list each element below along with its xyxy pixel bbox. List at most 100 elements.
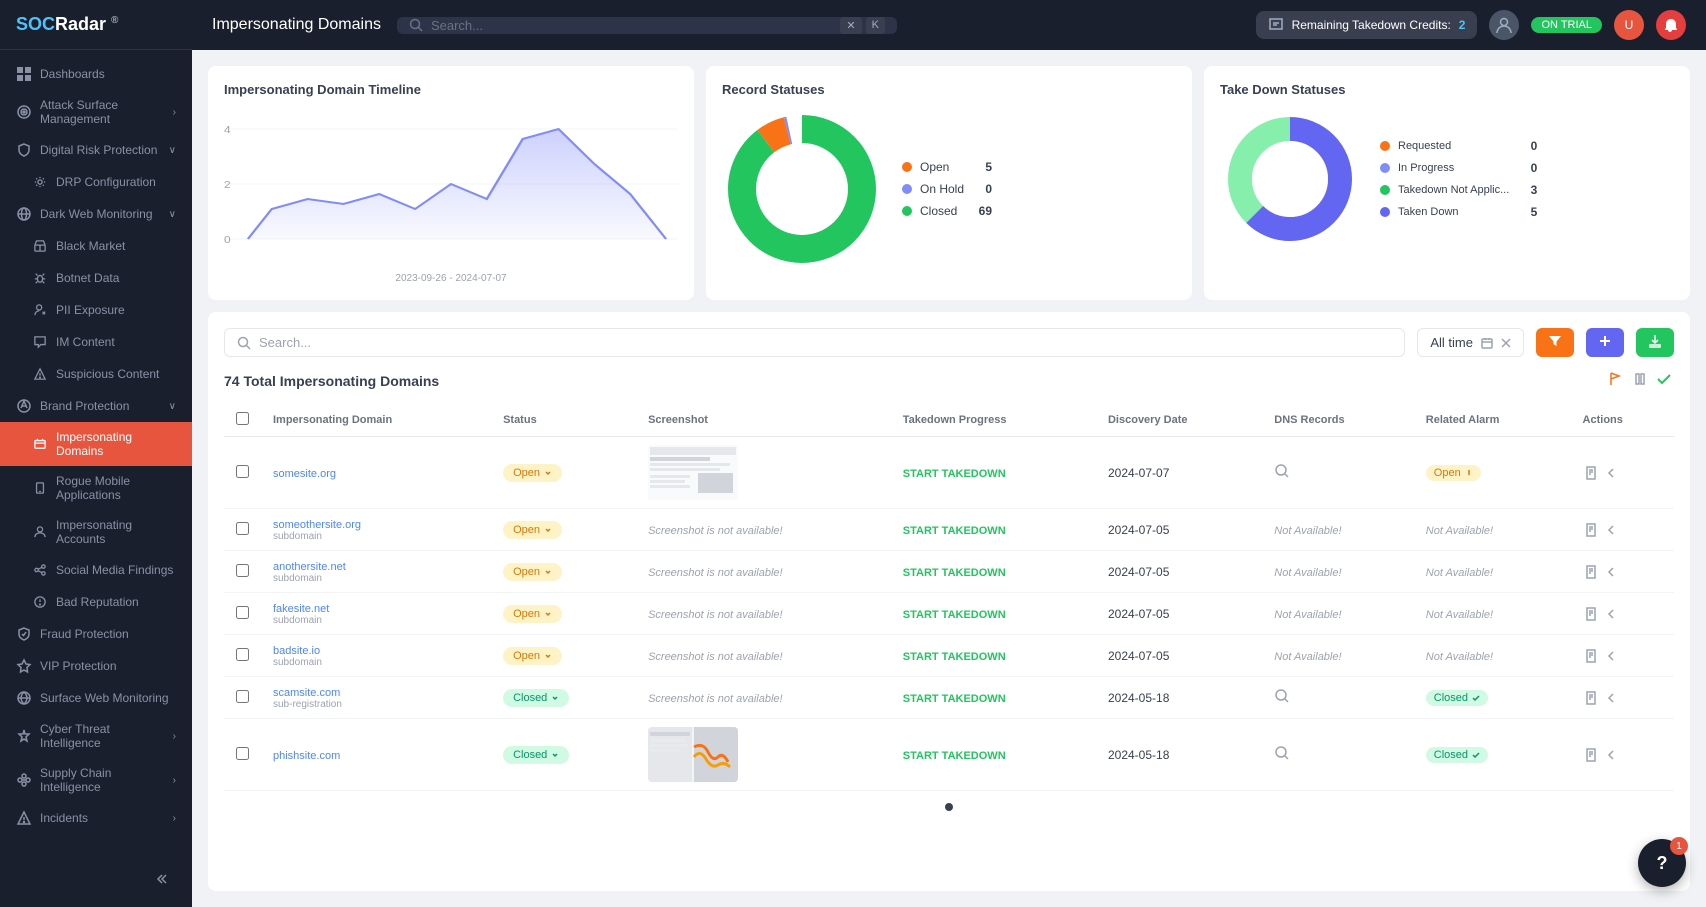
sidebar-item-pii-exposure[interactable]: PII Exposure [0,294,192,326]
row-checkbox[interactable] [236,465,249,478]
related-alarm-badge[interactable]: Open [1426,465,1481,481]
row-checkbox[interactable] [236,606,249,619]
alarm-not-available: Not Available! [1426,609,1493,621]
main-content: Impersonating Domains ✕ K Remaining Take… [192,0,1706,907]
table-search-input[interactable] [259,335,1392,350]
reputation-icon [32,594,48,610]
filter-icon [1548,334,1562,348]
sidebar-item-surface-web[interactable]: Surface Web Monitoring [0,682,192,714]
domain-link[interactable]: scamsite.com [273,687,340,699]
sidebar-item-incidents[interactable]: Incidents › [0,802,192,834]
view-btn-pause[interactable] [1630,369,1650,392]
report-icon[interactable] [1583,690,1599,706]
expand-icon[interactable] [1607,606,1623,622]
report-icon[interactable] [1583,747,1599,763]
dns-search-icon[interactable] [1274,463,1290,479]
takedown-link[interactable]: START TAKEDOWN [903,693,1006,705]
sidebar-item-rogue-mobile[interactable]: Rogue Mobile Applications [0,466,192,510]
table-row: someothersite.org subdomain Open Sc [224,509,1674,551]
add-button[interactable] [1586,328,1624,357]
dns-search-icon[interactable] [1274,745,1290,761]
takedown-link[interactable]: START TAKEDOWN [903,567,1006,579]
status-chevron-icon [544,652,552,660]
expand-icon[interactable] [1607,747,1623,763]
sidebar-item-dashboards[interactable]: Dashboards [0,58,192,90]
collapse-button[interactable] [16,867,176,891]
sidebar-item-botnet-data[interactable]: Botnet Data [0,262,192,294]
sidebar-item-social-media[interactable]: Social Media Findings [0,554,192,586]
expand-icon[interactable] [1607,522,1623,538]
takedown-link[interactable]: START TAKEDOWN [903,750,1006,762]
takedown-link[interactable]: START TAKEDOWN [903,651,1006,663]
user-x-icon [32,302,48,318]
related-alarm-badge[interactable]: Closed [1426,747,1488,763]
sidebar-item-im-content[interactable]: IM Content [0,326,192,358]
expand-icon[interactable] [1607,564,1623,580]
sidebar-item-cyber-threat[interactable]: Cyber Threat Intelligence › [0,714,192,758]
select-all-checkbox[interactable] [236,412,249,425]
takedown-link[interactable]: START TAKEDOWN [903,525,1006,537]
sidebar-item-drp-config[interactable]: DRP Configuration [0,166,192,198]
sidebar-item-bad-reputation[interactable]: Bad Reputation [0,586,192,618]
expand-icon[interactable] [1607,465,1623,481]
row-checkbox[interactable] [236,522,249,535]
search-close-button[interactable]: K [866,17,885,34]
takedown-link[interactable]: START TAKEDOWN [903,609,1006,621]
sidebar-item-dark-web[interactable]: Dark Web Monitoring ∨ [0,198,192,230]
row-checkbox[interactable] [236,648,249,661]
download-button[interactable] [1636,328,1674,357]
expand-icon[interactable] [1607,648,1623,664]
table-search-bar[interactable] [224,328,1405,357]
status-badge[interactable]: Open [503,464,562,482]
dns-not-available: Not Available! [1274,525,1341,537]
top-search-input[interactable] [431,18,832,33]
status-badge[interactable]: Open [503,605,562,623]
sidebar-item-black-market[interactable]: Black Market [0,230,192,262]
notification-avatar[interactable] [1656,10,1686,40]
chevron-icon: ∨ [169,145,176,156]
legend-dot-taken-down [1380,207,1390,217]
report-icon[interactable] [1583,522,1599,538]
row-checkbox[interactable] [236,690,249,703]
sidebar-item-label: Supply Chain Intelligence [40,766,165,794]
sidebar-item-supply-chain[interactable]: Supply Chain Intelligence › [0,758,192,802]
search-clear-button[interactable]: ✕ [840,17,861,34]
row-checkbox[interactable] [236,747,249,760]
view-btn-flag[interactable] [1606,369,1626,392]
status-badge[interactable]: Closed [503,746,569,764]
row-checkbox[interactable] [236,564,249,577]
domain-link[interactable]: badsite.io [273,645,320,657]
clear-date-icon [1501,338,1511,348]
status-badge[interactable]: Open [503,563,562,581]
chat-bubble[interactable]: ? 1 [1638,839,1686,887]
filter-orange-button[interactable] [1536,328,1574,357]
sidebar-item-attack-surface[interactable]: Attack Surface Management › [0,90,192,134]
domain-link[interactable]: fakesite.net [273,603,329,615]
sidebar-item-vip-protection[interactable]: VIP Protection [0,650,192,682]
view-btn-check[interactable] [1654,369,1674,392]
sidebar-item-fraud-protection[interactable]: Fraud Protection [0,618,192,650]
sidebar-item-impersonating-accounts[interactable]: Impersonating Accounts [0,510,192,554]
report-icon[interactable] [1583,606,1599,622]
date-filter[interactable]: All time [1417,328,1524,357]
sidebar-item-suspicious-content[interactable]: Suspicious Content [0,358,192,390]
status-badge[interactable]: Open [503,647,562,665]
related-alarm-badge[interactable]: Closed [1426,690,1488,706]
takedown-statuses-card: Take Down Statuses Requested [1204,66,1690,300]
report-icon[interactable] [1583,465,1599,481]
takedown-link[interactable]: START TAKEDOWN [903,468,1006,480]
report-icon[interactable] [1583,564,1599,580]
domain-link[interactable]: anothersite.net [273,561,346,573]
expand-icon[interactable] [1607,690,1623,706]
dns-search-icon[interactable] [1274,688,1290,704]
domain-link[interactable]: phishsite.com [273,750,340,762]
sidebar-item-digital-risk[interactable]: Digital Risk Protection ∨ [0,134,192,166]
sidebar-item-brand-protection[interactable]: Brand Protection ∨ [0,390,192,422]
status-badge[interactable]: Closed [503,689,569,707]
top-search-bar[interactable]: ✕ K [397,17,897,34]
report-icon[interactable] [1583,648,1599,664]
status-badge[interactable]: Open [503,521,562,539]
domain-link[interactable]: somesite.org [273,468,336,480]
domain-link[interactable]: someothersite.org [273,519,361,531]
sidebar-item-impersonating-domains[interactable]: Impersonating Domains [0,422,192,466]
